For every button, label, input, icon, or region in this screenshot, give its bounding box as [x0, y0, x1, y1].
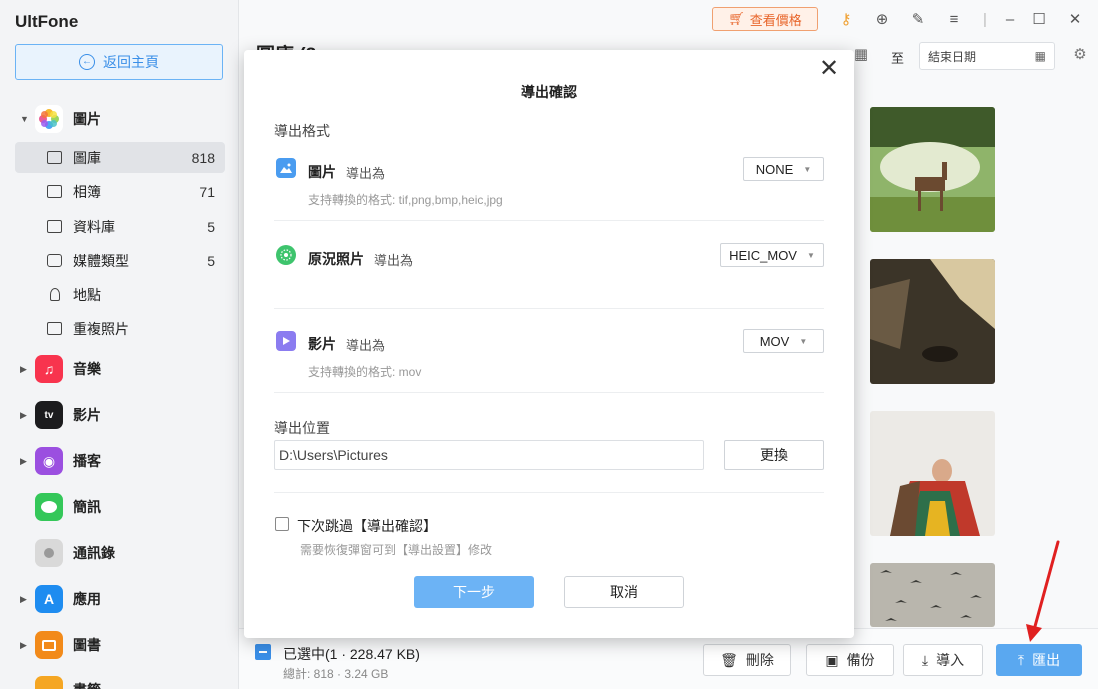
export-confirm-dialog: ✕ 導出確認 導出格式 圖片 導出為 NONE ▼ 支持轉換的格式: tif,p… [244, 50, 854, 638]
skip-next-time-checkbox[interactable] [275, 517, 289, 531]
export-as-label: 導出為 [346, 166, 386, 181]
dropdown-value: HEIC_MOV [729, 247, 797, 263]
export-as-label: 導出為 [346, 338, 386, 353]
photo-row-name: 圖片 [308, 164, 336, 180]
dropdown-value: NONE [755, 161, 794, 177]
video-type-icon [276, 331, 296, 351]
chevron-down-icon: ▼ [803, 164, 812, 174]
divider [274, 308, 824, 309]
close-icon[interactable]: ✕ [817, 57, 841, 81]
skip-hint-text: 需要恢復彈窗可到【導出設置】修改 [300, 543, 493, 557]
next-step-button[interactable]: 下一步 [414, 576, 534, 608]
divider [274, 492, 824, 493]
skip-next-time-label[interactable]: 下次跳過【導出確認】 [297, 516, 437, 536]
export-location-heading: 導出位置 [274, 420, 330, 436]
annotation-arrow [1026, 540, 1060, 642]
dropdown-value: MOV [759, 333, 790, 349]
export-path-field[interactable]: D:\Users\Pictures [274, 440, 704, 470]
live-photo-row-name: 原況照片 [308, 251, 364, 267]
chevron-down-icon: ▼ [806, 250, 815, 260]
chevron-down-icon: ▼ [799, 336, 808, 346]
live-photo-format-dropdown[interactable]: HEIC_MOV ▼ [720, 243, 824, 267]
video-format-dropdown[interactable]: MOV ▼ [743, 329, 824, 353]
divider [274, 392, 824, 393]
export-format-heading: 導出格式 [274, 123, 330, 139]
cancel-button[interactable]: 取消 [564, 576, 684, 608]
photo-format-hint: 支持轉換的格式: tif,png,bmp,heic,jpg [308, 193, 503, 207]
live-photo-icon [276, 245, 296, 265]
video-format-hint: 支持轉換的格式: mov [308, 365, 422, 379]
dialog-title: 導出確認 [521, 84, 577, 100]
photo-type-icon [276, 158, 296, 178]
photo-format-dropdown[interactable]: NONE ▼ [743, 157, 824, 181]
video-row-name: 影片 [308, 336, 336, 352]
export-as-label: 導出為 [374, 253, 414, 268]
divider [274, 220, 824, 221]
change-path-button[interactable]: 更換 [724, 440, 824, 470]
